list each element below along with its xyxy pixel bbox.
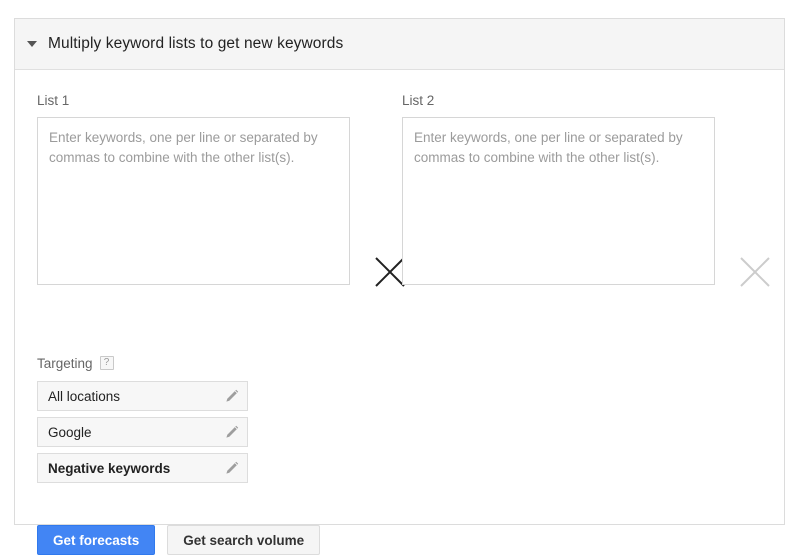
- question-mark-icon[interactable]: ?: [99, 356, 114, 370]
- multiply-x-icon-inactive: [738, 255, 772, 289]
- targeting-label: Targeting: [37, 355, 93, 371]
- targeting-row-label: All locations: [48, 388, 121, 404]
- list-2-input[interactable]: [402, 117, 715, 285]
- targeting-row-locations[interactable]: All locations: [37, 381, 248, 411]
- keyword-multiplier-panel: Multiply keyword lists to get new keywor…: [14, 18, 785, 555]
- get-forecasts-button[interactable]: Get forecasts: [37, 525, 156, 555]
- targeting-row-label: Google: [48, 424, 92, 440]
- panel-header[interactable]: Multiply keyword lists to get new keywor…: [15, 19, 784, 70]
- page-title: Multiply keyword lists to get new keywor…: [48, 35, 344, 52]
- keyword-list-2: List 2: [402, 93, 715, 290]
- targeting-header: Targeting ?: [37, 353, 337, 373]
- get-search-volume-button[interactable]: Get search volume: [167, 525, 321, 555]
- pencil-icon[interactable]: [224, 460, 240, 476]
- list-1-label: List 1: [37, 93, 70, 108]
- keyword-lists-row: List 1 List 2: [15, 70, 784, 350]
- targeting-section: Targeting ? All locations Google Negativ…: [37, 353, 337, 489]
- list-1-input[interactable]: [37, 117, 350, 285]
- pencil-icon[interactable]: [224, 388, 240, 404]
- pencil-icon[interactable]: [224, 424, 240, 440]
- list-2-label: List 2: [402, 93, 435, 108]
- targeting-row-label: Negative keywords: [48, 460, 171, 476]
- panel-body: List 1 List 2: [15, 70, 784, 555]
- keyword-list-1: List 1: [37, 93, 350, 290]
- targeting-row-network[interactable]: Google: [37, 417, 248, 447]
- action-buttons: Get forecasts Get search volume: [37, 525, 321, 555]
- targeting-row-negative-keywords[interactable]: Negative keywords: [37, 453, 248, 483]
- triangle-down-icon[interactable]: [27, 41, 37, 47]
